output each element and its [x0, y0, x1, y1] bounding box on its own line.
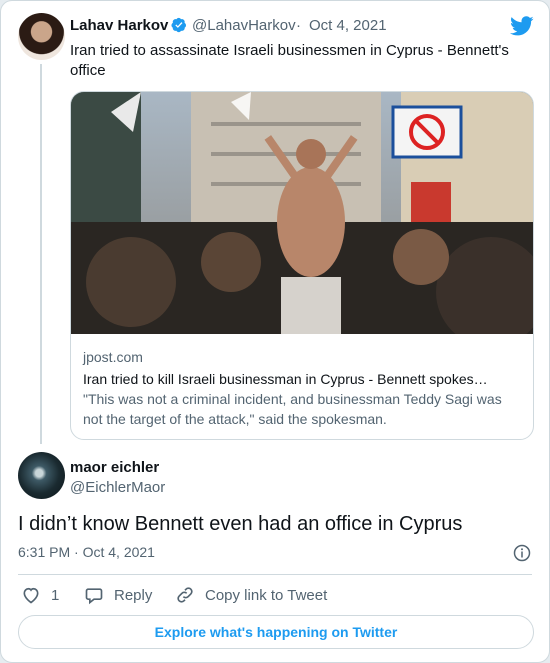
actions-divider [18, 574, 532, 575]
author-handle[interactable]: @LahavHarkov [192, 17, 296, 34]
verified-badge-icon [171, 17, 186, 33]
link-headline: Iran tried to kill Israeli businessman i… [83, 371, 488, 387]
reply-author-name[interactable]: maor eichler [70, 459, 159, 476]
embedded-tweet-card: Lahav Harkov @LahavHarkov · Oct 4, 2021 … [0, 0, 550, 663]
copy-link-label: Copy link to Tweet [205, 586, 328, 604]
like-count: 1 [51, 586, 60, 604]
reply-timestamp[interactable]: 6:31 PM · Oct 4, 2021 [18, 544, 155, 560]
heart-icon [23, 587, 39, 604]
link-domain: jpost.com [83, 349, 143, 365]
info-icon[interactable] [513, 544, 531, 562]
link-description: "This was not a criminal incident, and b… [83, 391, 502, 427]
reply-label: Reply [114, 586, 153, 604]
reply-author-handle[interactable]: @EichlerMaor [70, 479, 165, 496]
author-avatar[interactable] [18, 13, 65, 60]
link-chain-icon [177, 587, 193, 603]
explore-twitter-button[interactable]: Explore what's happening on Twitter [18, 615, 534, 649]
author-name[interactable]: Lahav Harkov [70, 17, 168, 34]
twitter-bird-icon[interactable] [509, 14, 535, 38]
link-preview-card[interactable]: jpost.com Iran tried to kill Israeli bus… [70, 91, 534, 440]
protest-photo [71, 92, 533, 334]
tweet-text: Iran tried to assassinate Israeli busine… [70, 42, 509, 79]
tweet-date[interactable]: Oct 4, 2021 [309, 17, 387, 34]
thread-connector-line [40, 64, 42, 444]
reply-bubble-icon [85, 588, 103, 605]
reply-author-avatar[interactable] [18, 452, 65, 499]
like-button[interactable]: 1 [21, 584, 59, 606]
dot-separator: · [296, 17, 301, 34]
copy-link-button[interactable]: Copy link to Tweet [175, 584, 327, 606]
reply-button[interactable]: Reply [84, 584, 152, 606]
reply-text: I didn’t know Bennett even had an office… [18, 513, 463, 535]
